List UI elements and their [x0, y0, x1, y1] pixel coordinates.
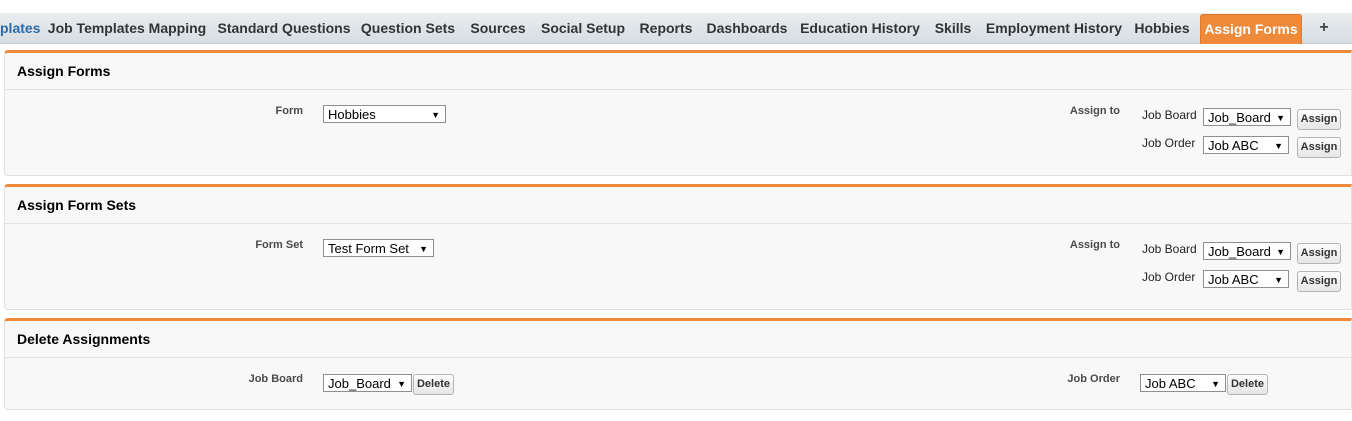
- tab-standard-questions[interactable]: Standard Questions: [214, 13, 354, 43]
- job-order-select-value: Job ABC: [1208, 272, 1259, 287]
- job-order-select-value: Job ABC: [1145, 376, 1196, 391]
- assign-job-board-button[interactable]: Assign: [1297, 109, 1341, 130]
- chevron-down-icon: ▼: [1276, 113, 1285, 123]
- tab-job-templates-mapping[interactable]: Job Templates Mapping: [44, 13, 210, 43]
- job-board-label: Job Board: [1142, 108, 1197, 122]
- section-title: Assign Forms: [5, 53, 1351, 90]
- form-set-select-value: Test Form Set: [328, 241, 409, 256]
- section-title: Assign Form Sets: [5, 187, 1351, 224]
- chevron-down-icon: ▼: [397, 379, 406, 389]
- job-board-select-value: Job_Board: [328, 376, 391, 391]
- tab-assign-forms[interactable]: Assign Forms: [1200, 14, 1302, 44]
- assign-job-board-button[interactable]: Assign: [1297, 243, 1341, 264]
- add-tab-icon[interactable]: +: [1310, 13, 1338, 43]
- section-title: Delete Assignments: [5, 321, 1351, 358]
- chevron-down-icon: ▼: [1274, 275, 1283, 285]
- tab-social-setup[interactable]: Social Setup: [536, 13, 630, 43]
- tab-employment-history[interactable]: Employment History: [983, 13, 1125, 43]
- assign-forms-section: Assign Forms Form Hobbies ▼ Assign to Jo…: [4, 50, 1352, 176]
- tab-strip: plates Job Templates Mapping Standard Qu…: [0, 13, 1352, 44]
- job-board-select-value: Job_Board: [1208, 110, 1271, 125]
- job-board-select[interactable]: Job_Board ▼: [323, 374, 412, 392]
- tab-templates[interactable]: plates: [0, 13, 40, 43]
- tab-hobbies[interactable]: Hobbies: [1130, 13, 1194, 43]
- job-order-select[interactable]: Job ABC ▼: [1203, 270, 1289, 288]
- job-board-select[interactable]: Job_Board ▼: [1203, 242, 1291, 260]
- job-order-label: Job Order: [1142, 270, 1196, 284]
- tab-education-history[interactable]: Education History: [797, 13, 923, 43]
- tab-sources[interactable]: Sources: [465, 13, 531, 43]
- delete-assignments-section: Delete Assignments Job Board Job_Board ▼…: [4, 318, 1352, 410]
- chevron-down-icon: ▼: [431, 110, 440, 120]
- job-order-label: Job Order: [1067, 373, 1120, 385]
- form-select[interactable]: Hobbies ▼: [323, 105, 446, 123]
- job-board-label: Job Board: [1142, 242, 1197, 256]
- job-order-label: Job Order: [1142, 136, 1196, 150]
- job-order-select[interactable]: Job ABC ▼: [1140, 374, 1226, 392]
- chevron-down-icon: ▼: [419, 244, 428, 254]
- form-set-select[interactable]: Test Form Set ▼: [323, 239, 434, 257]
- chevron-down-icon: ▼: [1211, 379, 1220, 389]
- form-set-label: Form Set: [255, 239, 303, 251]
- tab-skills[interactable]: Skills: [930, 13, 976, 43]
- assign-to-label: Assign to: [1069, 239, 1120, 251]
- tab-reports[interactable]: Reports: [635, 13, 697, 43]
- delete-job-order-button[interactable]: Delete: [1227, 374, 1268, 395]
- job-board-select[interactable]: Job_Board ▼: [1203, 108, 1291, 126]
- assign-job-order-button[interactable]: Assign: [1297, 271, 1341, 292]
- job-order-select[interactable]: Job ABC ▼: [1203, 136, 1289, 154]
- delete-job-board-button[interactable]: Delete: [413, 374, 454, 395]
- assign-job-order-button[interactable]: Assign: [1297, 137, 1341, 158]
- form-label: Form: [275, 105, 304, 117]
- tab-dashboards[interactable]: Dashboards: [703, 13, 791, 43]
- chevron-down-icon: ▼: [1274, 141, 1283, 151]
- job-order-select-value: Job ABC: [1208, 138, 1259, 153]
- tab-bar: plates Job Templates Mapping Standard Qu…: [0, 0, 1352, 48]
- assign-to-label: Assign to: [1069, 105, 1120, 117]
- form-select-value: Hobbies: [328, 107, 376, 122]
- job-board-select-value: Job_Board: [1208, 244, 1271, 259]
- assign-form-sets-section: Assign Form Sets Form Set Test Form Set …: [4, 184, 1352, 310]
- job-board-label: Job Board: [248, 373, 303, 385]
- chevron-down-icon: ▼: [1276, 247, 1285, 257]
- tab-question-sets[interactable]: Question Sets: [357, 13, 459, 43]
